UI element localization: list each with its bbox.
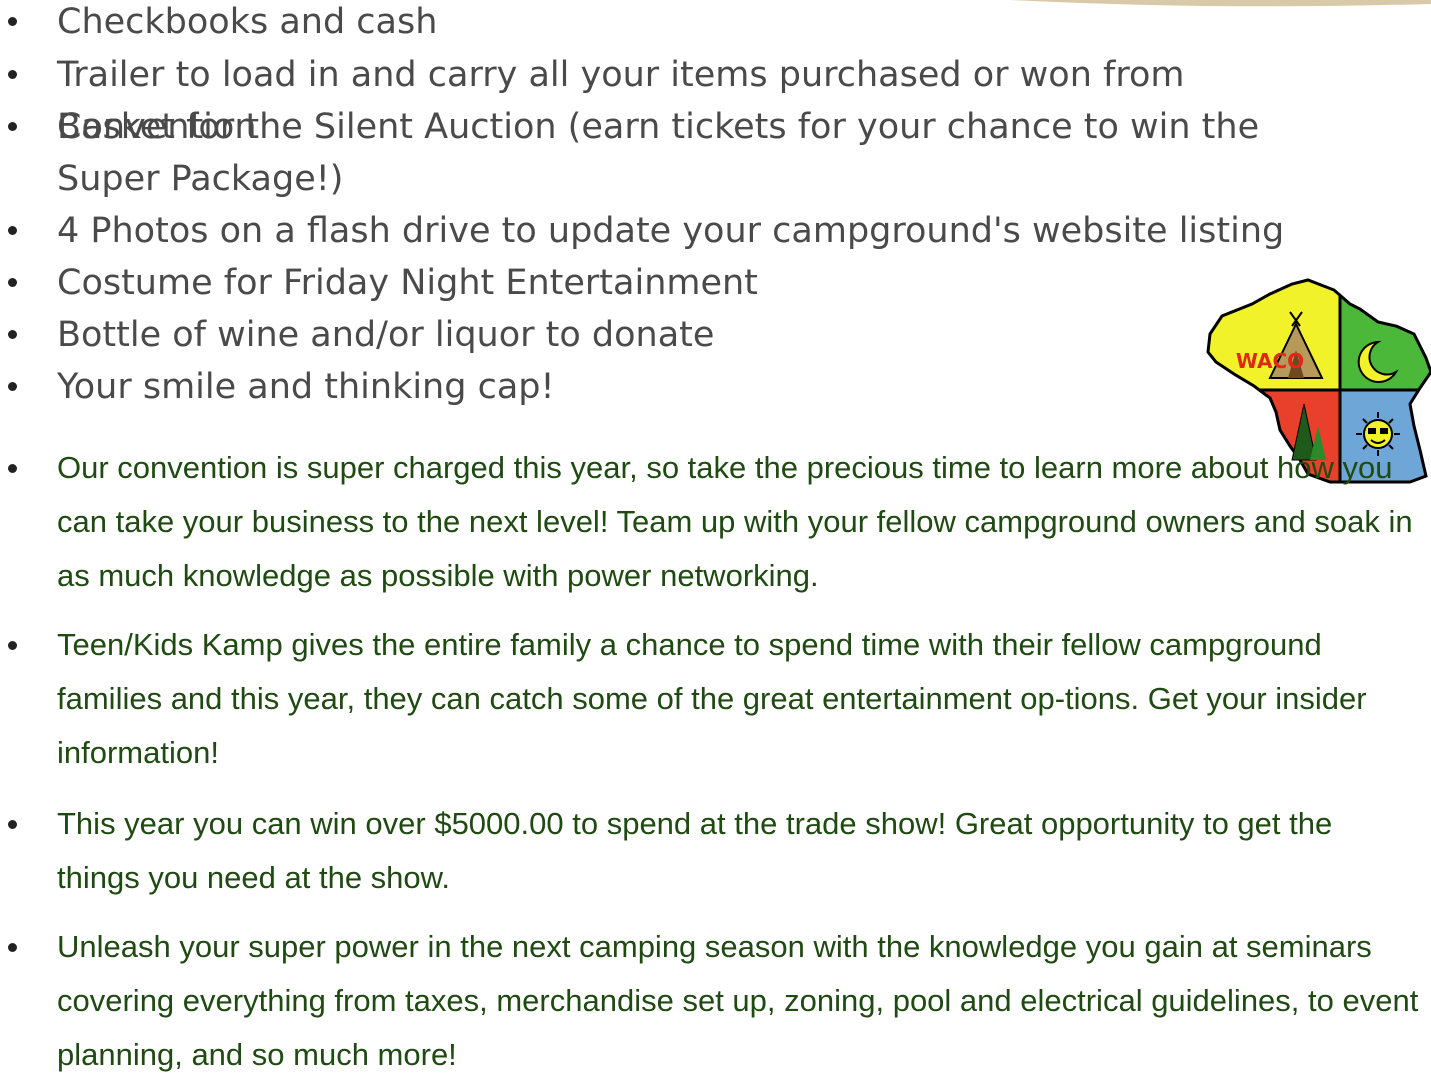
bullet-icon [8,820,17,829]
bullet-icon [8,943,17,952]
list-item: This year you can win over $5000.00 to s… [0,797,1420,905]
bullet-icon [8,641,17,650]
list-item: Checkbooks and cash [0,0,1380,48]
logo-waco-text: WACO [1236,349,1304,373]
logo-green-quadrant [1340,280,1431,390]
bullet-icon [8,382,17,391]
bullet-icon [8,70,17,79]
list-item-text: Basket for the Silent Auction (earn tick… [57,107,1260,199]
list-item: Unleash your super power in the next cam… [0,920,1420,1082]
list-item-text: 4 Photos on a flash drive to update your… [57,211,1285,251]
bullet-icon [8,330,17,339]
bullet-icon [8,278,17,287]
list-item: Bottle of wine and/or liquor to donate [0,309,1380,361]
list-item-text: Teen/Kids Kamp gives the entire family a… [57,627,1367,770]
list-item-text: Your smile and thinking cap! [57,367,555,407]
list-item-text: Costume for Friday Night Entertainment [57,263,758,303]
list-item-text: Unleash your super power in the next cam… [57,929,1419,1072]
bullet-icon [8,17,17,26]
list-item-text: This year you can win over $5000.00 to s… [57,806,1333,895]
list-item: 4 Photos on a flash drive to update your… [0,205,1380,257]
list-item-text: Checkbooks and cash [57,2,438,42]
list-item: Costume for Friday Night Entertainment [0,257,1380,309]
list-item-text: Our convention is super charged this yea… [57,450,1413,593]
list-item: Basket for the Silent Auction (earn tick… [0,101,1370,205]
bullet-icon [8,122,17,131]
list-item-text: Bottle of wine and/or liquor to donate [57,315,715,355]
bullet-icon [8,226,17,235]
list-item: Our convention is super charged this yea… [0,441,1420,603]
list-item: Teen/Kids Kamp gives the entire family a… [0,618,1420,780]
bullet-icon [8,464,17,473]
list-item: Your smile and thinking cap! [0,361,1380,413]
